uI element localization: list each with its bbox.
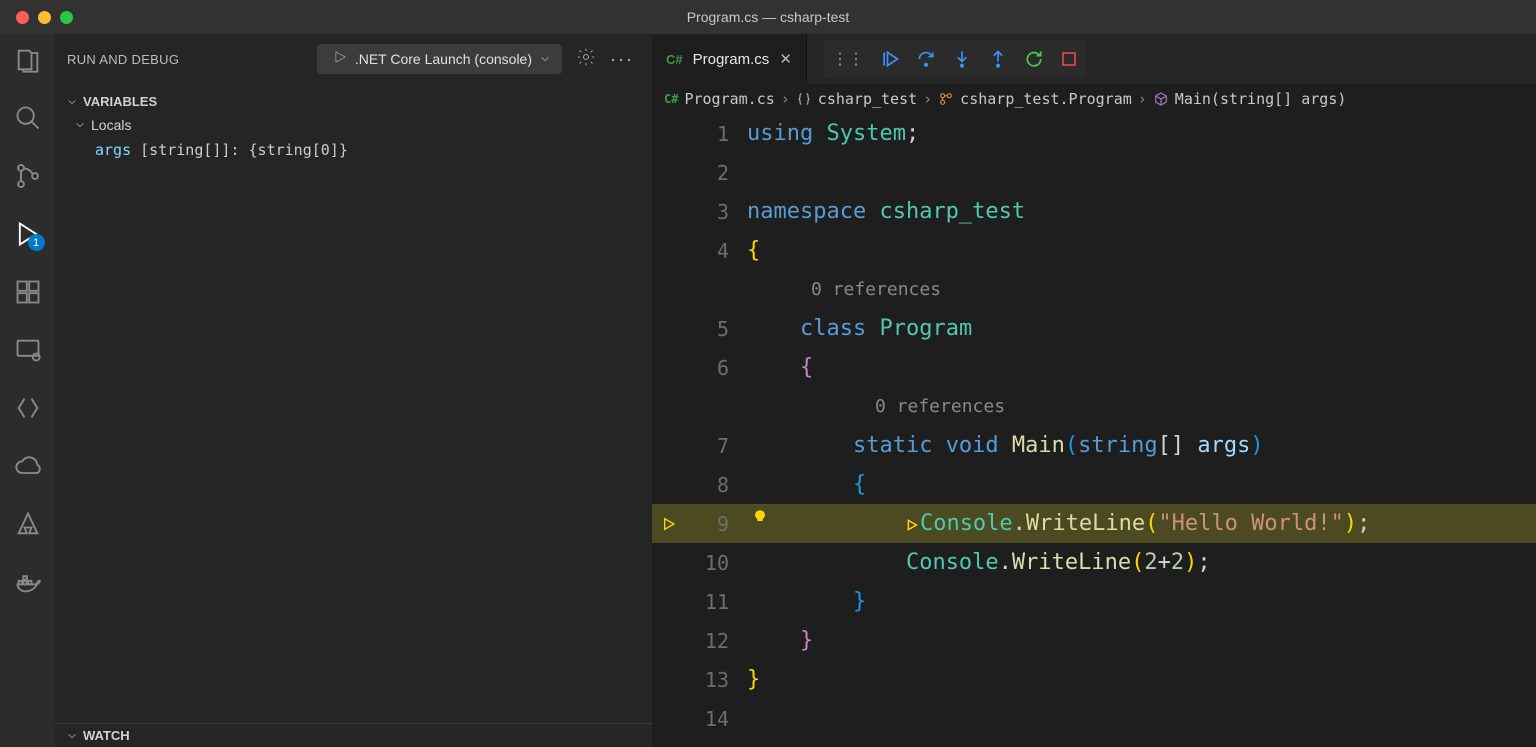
continue-icon[interactable] [880, 49, 900, 69]
class-icon [938, 91, 954, 107]
watch-section[interactable]: WATCH [55, 724, 652, 747]
breadcrumb[interactable]: C# Program.cs › csharp_test › csharp_tes… [652, 84, 1536, 114]
gear-icon[interactable] [576, 47, 596, 72]
search-icon[interactable] [14, 104, 42, 132]
extensions-icon[interactable] [14, 278, 42, 306]
window-title: Program.cs — csharp-test [687, 9, 850, 25]
codelens[interactable]: 0 references [875, 396, 1005, 417]
locals-scope[interactable]: Locals [55, 113, 652, 137]
crumb-file[interactable]: Program.cs [684, 90, 774, 108]
crumb-class[interactable]: csharp_test.Program [960, 90, 1132, 108]
execution-pointer-icon [652, 516, 687, 532]
launch-config-label: .NET Core Launch (console) [355, 51, 532, 67]
minimize-window-button[interactable] [38, 11, 51, 24]
editor-pane: C# Program.cs ✕ ⋮⋮ C# Program.cs › cshar… [652, 34, 1536, 747]
debug-sidebar: RUN AND DEBUG .NET Core Launch (console)… [55, 34, 652, 747]
variable-value: {string[0]} [249, 141, 348, 159]
tab-label: Program.cs [693, 51, 770, 68]
crumb-method[interactable]: Main(string[] args) [1175, 90, 1347, 108]
stop-icon[interactable] [1060, 50, 1078, 68]
source-control-icon[interactable] [14, 162, 42, 190]
watch-label: WATCH [83, 728, 130, 743]
bracket-icon[interactable] [14, 394, 42, 422]
variable-type: [string[]]: [140, 141, 239, 159]
docker-icon[interactable] [14, 568, 42, 596]
variable-name: args [95, 141, 131, 159]
step-over-icon[interactable] [916, 49, 936, 69]
chevron-down-icon [65, 95, 79, 109]
variable-row[interactable]: args [string[]]: {string[0]} [55, 137, 652, 163]
run-debug-icon[interactable]: 1 [14, 220, 42, 248]
step-out-icon[interactable] [988, 49, 1008, 69]
activity-bar: 1 [0, 34, 55, 747]
tab-program-cs[interactable]: C# Program.cs ✕ [652, 34, 807, 84]
codelens[interactable]: 0 references [811, 279, 941, 300]
step-into-icon[interactable] [952, 49, 972, 69]
start-debug-icon [327, 50, 347, 69]
lightbulb-icon[interactable] [752, 506, 768, 531]
csharp-file-icon: C# [664, 92, 678, 106]
locals-label: Locals [91, 117, 131, 133]
tab-bar: C# Program.cs ✕ ⋮⋮ [652, 34, 1536, 84]
method-icon [1153, 91, 1169, 107]
close-tab-icon[interactable]: ✕ [779, 50, 792, 68]
more-actions-icon[interactable]: ··· [604, 49, 640, 70]
drag-handle-icon[interactable]: ⋮⋮ [832, 49, 864, 69]
maximize-window-button[interactable] [60, 11, 73, 24]
variables-label: VARIABLES [83, 94, 157, 109]
remote-icon[interactable] [14, 336, 42, 364]
debug-toolbar[interactable]: ⋮⋮ [824, 40, 1086, 78]
code-editor[interactable]: 1using System; 2 3namespace csharp_test … [652, 114, 1536, 747]
chevron-down-icon [538, 52, 552, 66]
azure-icon[interactable] [14, 510, 42, 538]
chevron-down-icon [65, 729, 79, 743]
titlebar: Program.cs — csharp-test [0, 0, 1536, 34]
launch-config-dropdown[interactable]: .NET Core Launch (console) [317, 44, 562, 74]
sidebar-title: RUN AND DEBUG [67, 52, 179, 67]
cloud-icon[interactable] [14, 452, 42, 480]
debug-badge: 1 [28, 234, 45, 251]
explorer-icon[interactable] [14, 46, 42, 74]
namespace-icon [796, 91, 812, 107]
close-window-button[interactable] [16, 11, 29, 24]
restart-icon[interactable] [1024, 49, 1044, 69]
inline-pointer-icon [906, 518, 920, 532]
crumb-namespace[interactable]: csharp_test [818, 90, 917, 108]
variables-section[interactable]: VARIABLES [55, 90, 652, 113]
csharp-file-icon: C# [666, 52, 683, 67]
chevron-down-icon [73, 118, 87, 132]
